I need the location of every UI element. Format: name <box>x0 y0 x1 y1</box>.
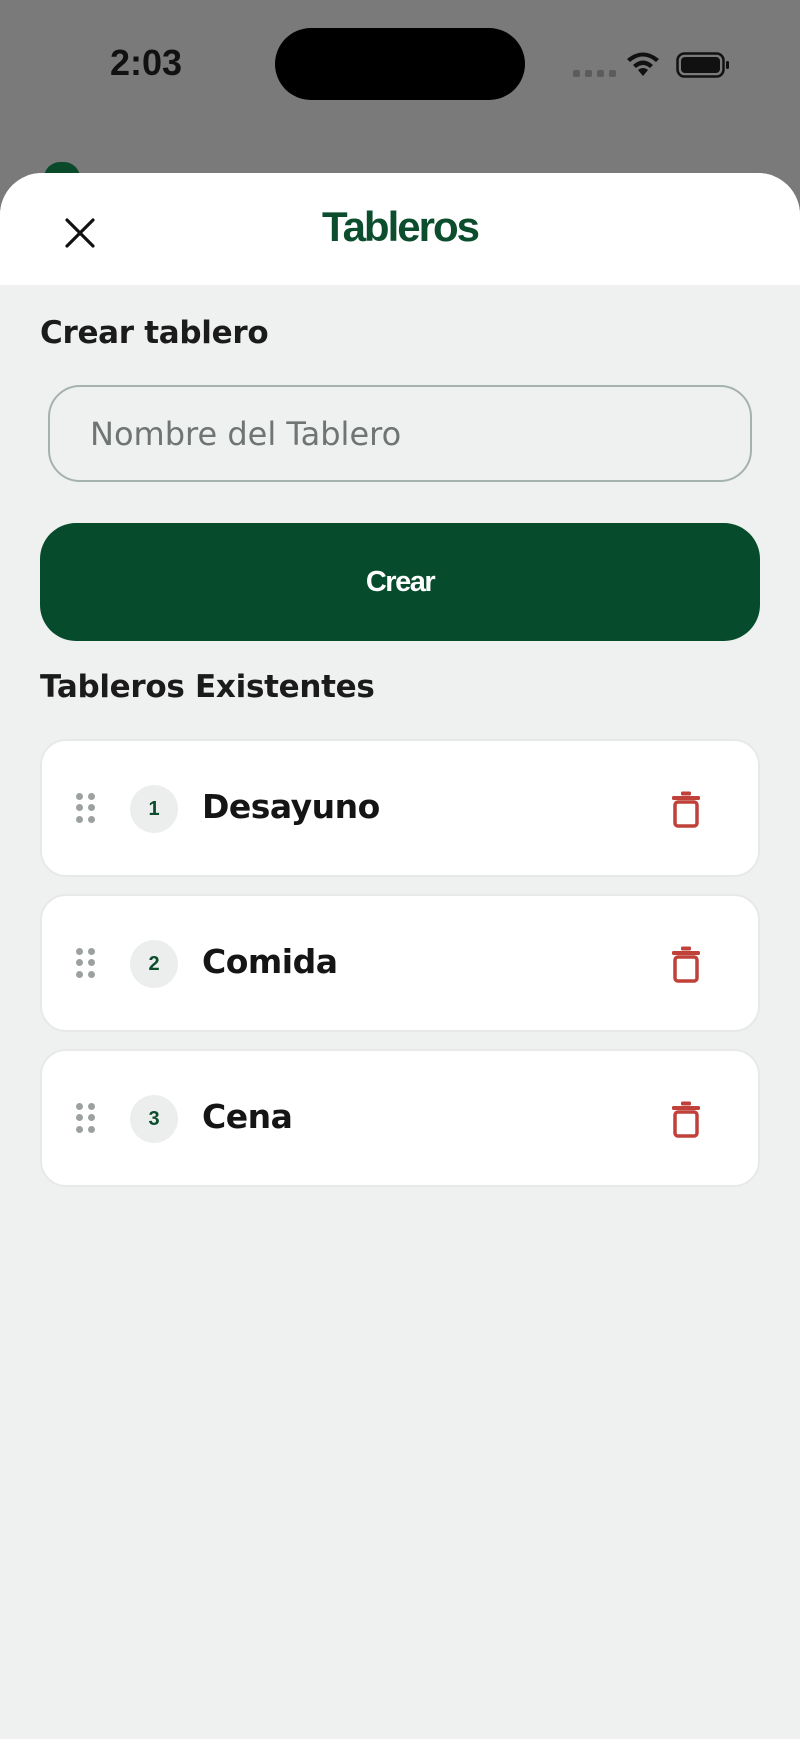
board-item[interactable]: 3 Cena <box>40 1049 760 1187</box>
board-name: Comida <box>202 942 338 981</box>
battery-icon <box>676 52 729 78</box>
phone-screen: 2:03 Tableros Crear tablero Crear Tabler… <box>0 0 800 1739</box>
wifi-icon <box>627 52 659 76</box>
boards-sheet: Tableros Crear tablero Crear Tableros Ex… <box>0 173 800 1739</box>
delete-board-button[interactable] <box>664 1097 708 1141</box>
existing-boards-title: Tableros Existentes <box>40 669 375 705</box>
board-name: Cena <box>202 1097 293 1136</box>
board-name-input[interactable] <box>48 385 752 482</box>
trash-icon <box>672 946 700 983</box>
drag-handle-icon[interactable] <box>76 948 95 978</box>
dynamic-island <box>275 28 525 100</box>
board-number-badge: 1 <box>130 785 178 833</box>
create-board-title: Crear tablero <box>40 315 269 351</box>
board-number-badge: 2 <box>130 940 178 988</box>
cellular-signal-icon <box>573 70 616 77</box>
board-number-badge: 3 <box>130 1095 178 1143</box>
status-time: 2:03 <box>110 42 183 83</box>
sheet-title: Tableros <box>322 203 480 250</box>
board-item[interactable]: 2 Comida <box>40 894 760 1032</box>
create-board-button[interactable]: Crear <box>40 523 760 641</box>
board-list: 1 Desayuno 2 Comida 3 Cena <box>40 739 760 1204</box>
delete-board-button[interactable] <box>664 942 708 986</box>
sheet-header: Tableros <box>0 173 800 285</box>
board-name: Desayuno <box>202 787 380 826</box>
board-item[interactable]: 1 Desayuno <box>40 739 760 877</box>
trash-icon <box>672 791 700 828</box>
trash-icon <box>672 1101 700 1138</box>
drag-handle-icon[interactable] <box>76 1103 95 1133</box>
delete-board-button[interactable] <box>664 787 708 831</box>
drag-handle-icon[interactable] <box>76 793 95 823</box>
